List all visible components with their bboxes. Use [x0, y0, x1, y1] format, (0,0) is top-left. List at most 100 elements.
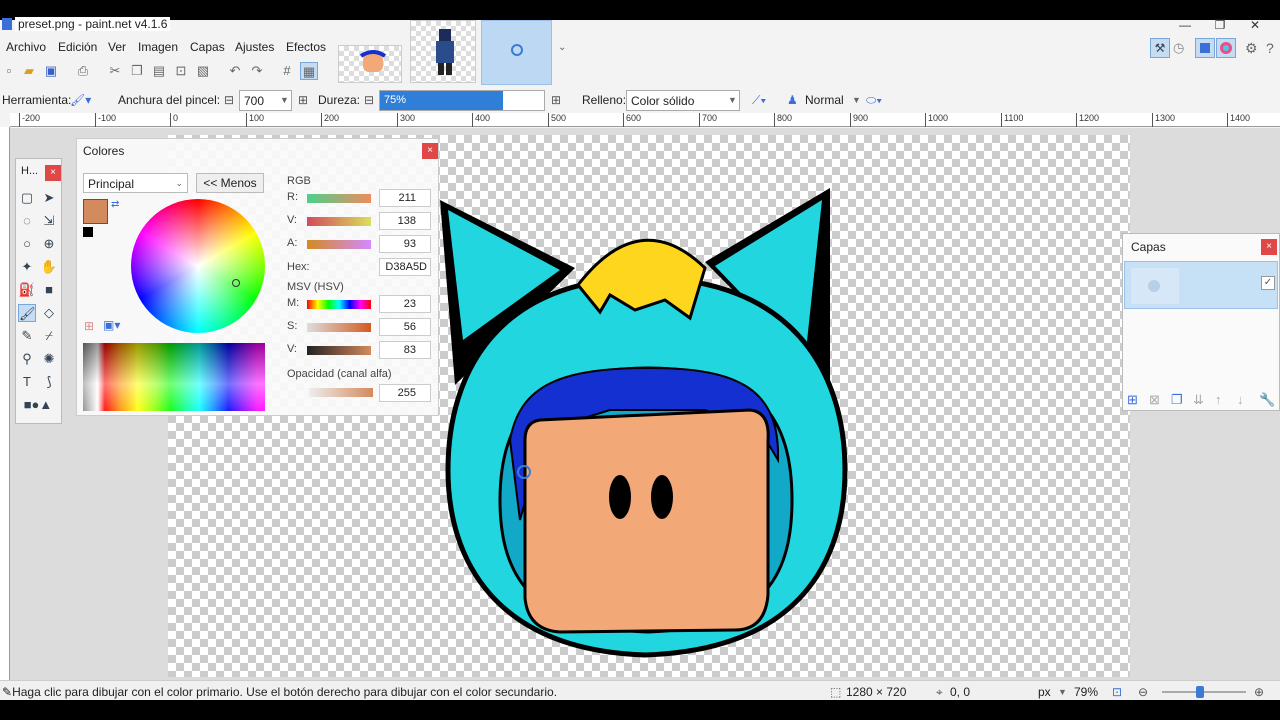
reset-colors-icon[interactable]: [83, 227, 93, 237]
menu-imagen[interactable]: Imagen: [138, 40, 178, 54]
menu-ver[interactable]: Ver: [108, 40, 126, 54]
close-icon[interactable]: ×: [1261, 239, 1277, 255]
increase-hardness-icon[interactable]: ⊞: [551, 93, 561, 107]
zoom-icon[interactable]: ⊕: [40, 235, 58, 253]
red-slider[interactable]: [307, 194, 371, 203]
decrease-width-icon[interactable]: ⊟: [224, 93, 234, 107]
new-file-icon[interactable]: ▫: [0, 62, 18, 80]
delete-layer-icon[interactable]: ⊠: [1149, 392, 1160, 408]
chevron-down-icon[interactable]: ▼: [728, 95, 737, 105]
close-icon[interactable]: ×: [422, 143, 438, 159]
menu-ajustes[interactable]: Ajustes: [235, 40, 274, 54]
fill-select[interactable]: Color sólido: [626, 90, 740, 111]
value-value-input[interactable]: 83: [379, 341, 431, 359]
text-icon[interactable]: T: [18, 373, 36, 391]
eraser-icon[interactable]: ◇: [40, 304, 58, 322]
color-picker-icon[interactable]: ⌿: [40, 327, 58, 345]
move-selected-icon[interactable]: ➤: [40, 189, 58, 207]
value-slider[interactable]: [307, 346, 371, 355]
save-icon[interactable]: ▣: [42, 62, 60, 80]
unit-select[interactable]: px: [1038, 685, 1051, 699]
menu-archivo[interactable]: Archivo: [6, 40, 46, 54]
grid-icon[interactable]: #: [278, 62, 296, 80]
hardness-slider[interactable]: 75%: [379, 90, 545, 111]
clone-stamp-icon[interactable]: ⚲: [18, 350, 36, 368]
cut-icon[interactable]: ✂: [106, 62, 124, 80]
hue-value-input[interactable]: 23: [379, 295, 431, 313]
close-icon[interactable]: ×: [45, 165, 61, 181]
help-icon[interactable]: ?: [1266, 40, 1274, 56]
saturation-slider[interactable]: [307, 323, 371, 332]
magic-wand-icon[interactable]: ✦: [18, 258, 36, 276]
swap-colors-icon[interactable]: ⇄: [111, 199, 119, 210]
alpha-slider[interactable]: [309, 388, 373, 397]
pan-icon[interactable]: ✋: [40, 258, 58, 276]
saturation-value-input[interactable]: 56: [379, 318, 431, 336]
layer-visibility-checkbox[interactable]: ✓: [1261, 276, 1275, 290]
chevron-down-icon[interactable]: ▼: [1058, 687, 1067, 697]
color-wheel[interactable]: [131, 199, 265, 333]
add-layer-icon[interactable]: ⊞: [1127, 392, 1138, 408]
zoom-in-icon[interactable]: ⊕: [1254, 685, 1264, 699]
gear-icon[interactable]: ⚙: [1245, 40, 1258, 57]
image-thumbnail-2[interactable]: [410, 20, 476, 83]
menu-efectos[interactable]: Efectos: [286, 40, 326, 54]
add-to-palette-icon[interactable]: ⊞: [84, 319, 94, 333]
green-slider[interactable]: [307, 217, 371, 226]
thumbnail-list-dropdown-icon[interactable]: ⌄: [558, 42, 566, 53]
close-window-icon[interactable]: ✕: [1245, 18, 1265, 32]
minimize-icon[interactable]: —: [1175, 18, 1195, 32]
ellipse-select-icon[interactable]: ○: [18, 235, 36, 253]
palette-menu-icon[interactable]: ▣▾: [103, 318, 120, 332]
undo-icon[interactable]: ↶: [226, 62, 244, 80]
paint-bucket-icon[interactable]: ⛽: [18, 281, 36, 299]
duplicate-layer-icon[interactable]: ❐: [1171, 392, 1183, 408]
layers-window-toggle-icon[interactable]: [1195, 38, 1215, 58]
image-thumbnail-3-active[interactable]: [481, 20, 552, 85]
ruler-icon[interactable]: ▦: [300, 62, 318, 80]
paste-icon[interactable]: ▤: [150, 62, 168, 80]
history-window-toggle-icon[interactable]: ◷: [1173, 40, 1184, 56]
blend-mode-select[interactable]: Normal: [805, 93, 844, 107]
copy-icon[interactable]: ❐: [128, 62, 146, 80]
rectangle-select-icon[interactable]: ▢: [18, 189, 36, 207]
recolor-icon[interactable]: ✺: [40, 350, 58, 368]
zoom-slider-handle[interactable]: [1196, 686, 1204, 698]
hue-slider[interactable]: [307, 300, 371, 309]
alpha-value-input[interactable]: 255: [379, 384, 431, 402]
color-wheel-handle[interactable]: [232, 279, 240, 287]
chevron-down-icon[interactable]: ▼: [852, 95, 861, 105]
blue-slider[interactable]: [307, 240, 371, 249]
line-curve-icon[interactable]: ⟆: [40, 373, 58, 391]
less-button[interactable]: << Menos: [196, 173, 264, 193]
move-layer-down-icon[interactable]: ↓: [1237, 392, 1244, 407]
redo-icon[interactable]: ↷: [248, 62, 266, 80]
tools-window-toggle-icon[interactable]: ⚒: [1150, 38, 1170, 58]
palette-select[interactable]: Principal ⌄: [83, 173, 188, 193]
colors-window-toggle-icon[interactable]: [1216, 38, 1236, 58]
paintbrush-icon[interactable]: 🖌: [18, 304, 36, 322]
zoom-to-window-icon[interactable]: ⊡: [1112, 685, 1122, 699]
hex-value-input[interactable]: D38A5D: [379, 258, 431, 276]
menu-edicion[interactable]: Edición: [58, 40, 97, 54]
red-value-input[interactable]: 211: [379, 189, 431, 207]
menu-capas[interactable]: Capas: [190, 40, 225, 54]
deselect-icon[interactable]: ▧: [194, 62, 212, 80]
open-file-icon[interactable]: ▰: [20, 62, 38, 80]
decrease-hardness-icon[interactable]: ⊟: [364, 93, 374, 107]
zoom-out-icon[interactable]: ⊖: [1138, 685, 1148, 699]
move-selection-icon[interactable]: ⇲: [40, 212, 58, 230]
chevron-down-icon[interactable]: ▼: [280, 95, 289, 105]
zoom-value[interactable]: 79%: [1074, 685, 1098, 699]
primary-color-swatch[interactable]: [83, 199, 108, 224]
antialiasing-icon[interactable]: ⟋▾: [752, 93, 766, 108]
zoom-slider[interactable]: [1162, 691, 1246, 693]
blue-value-input[interactable]: 93: [379, 235, 431, 253]
print-icon[interactable]: ⎙: [74, 62, 92, 80]
color-palette-grid[interactable]: [83, 343, 265, 411]
lasso-select-icon[interactable]: ◌: [18, 212, 36, 230]
gradient-icon[interactable]: ■: [40, 281, 58, 299]
green-value-input[interactable]: 138: [379, 212, 431, 230]
blend-mode-icon[interactable]: ♟: [787, 93, 798, 107]
layer-row[interactable]: ✓: [1124, 261, 1278, 309]
